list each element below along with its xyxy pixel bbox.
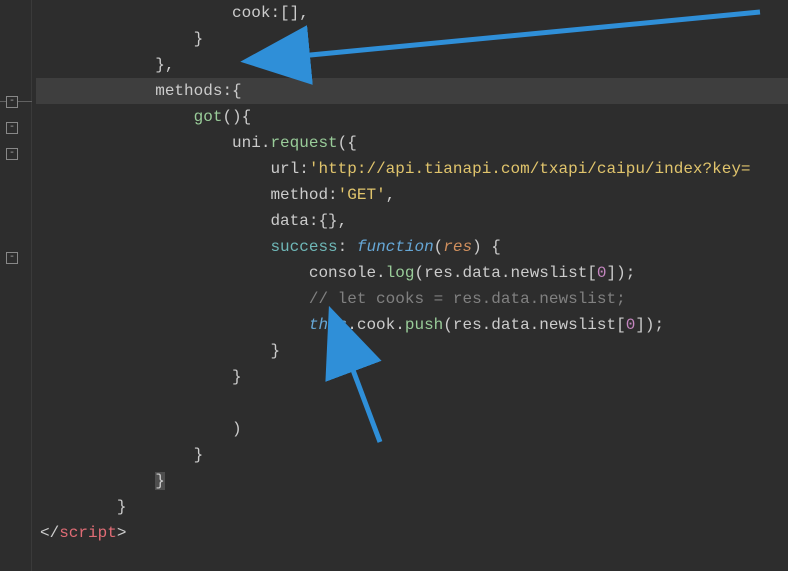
code-line[interactable]: methods:{	[36, 78, 788, 104]
code-token: console.	[309, 264, 386, 282]
code-token: (res.data.newslist[	[414, 264, 596, 282]
code-token: got	[194, 108, 223, 126]
code-line[interactable]: data:{},	[36, 208, 788, 234]
code-token: script	[59, 524, 117, 542]
code-token: ,	[386, 186, 396, 204]
code-token: cook	[232, 4, 270, 22]
code-token: // let cooks = res.data.newslist;	[309, 290, 626, 308]
code-line[interactable]: this.cook.push(res.data.newslist[0]);	[36, 312, 788, 338]
code-line[interactable]: }	[36, 468, 788, 494]
code-line[interactable]: got(){	[36, 104, 788, 130]
code-token: method	[270, 186, 328, 204]
code-line[interactable]: )	[36, 416, 788, 442]
code-token: ({	[338, 134, 357, 152]
code-token: (res.data.newslist[	[443, 316, 625, 334]
fold-marker[interactable]: -	[6, 122, 18, 134]
code-token: 0	[597, 264, 607, 282]
code-editor[interactable]: - - - - cook:[], } }, methods:{ got(){ uni.…	[0, 0, 788, 571]
gutter: - - - -	[0, 0, 32, 571]
code-token: (){	[222, 108, 251, 126]
code-token: }	[155, 472, 165, 490]
code-token: log	[386, 264, 415, 282]
code-token: .cook.	[347, 316, 405, 334]
code-token: </	[40, 524, 59, 542]
code-line[interactable]: }	[36, 338, 788, 364]
code-area[interactable]: cook:[], } }, methods:{ got(){ uni.reque…	[32, 0, 788, 571]
code-token: methods	[155, 82, 222, 100]
code-token: :	[328, 186, 338, 204]
code-line[interactable]: }	[36, 494, 788, 520]
code-line[interactable]: },	[36, 52, 788, 78]
code-token: },	[155, 56, 174, 74]
code-line[interactable]: url:'http://api.tianapi.com/txapi/caipu/…	[36, 156, 788, 182]
code-token: }	[232, 368, 242, 386]
code-token: :	[299, 160, 309, 178]
code-token: }	[117, 498, 127, 516]
code-line[interactable]: }	[36, 26, 788, 52]
code-token: function	[357, 238, 434, 256]
code-line[interactable]	[36, 390, 788, 416]
code-token: }	[194, 446, 204, 464]
code-token: :[],	[270, 4, 308, 22]
code-line[interactable]: }	[36, 442, 788, 468]
code-line[interactable]: }	[36, 364, 788, 390]
code-token: url	[270, 160, 299, 178]
code-line[interactable]: method:'GET',	[36, 182, 788, 208]
code-line[interactable]: console.log(res.data.newslist[0]);	[36, 260, 788, 286]
fold-marker[interactable]: -	[6, 96, 18, 108]
code-token: uni.	[232, 134, 270, 152]
code-token: ) {	[472, 238, 501, 256]
code-token: :{},	[309, 212, 347, 230]
code-line[interactable]: </script>	[36, 520, 788, 546]
code-token: push	[405, 316, 443, 334]
code-token: }	[270, 342, 280, 360]
code-token: :	[338, 238, 357, 256]
code-line[interactable]: uni.request({	[36, 130, 788, 156]
code-token: (	[434, 238, 444, 256]
code-token: ]);	[635, 316, 664, 334]
code-token: >	[117, 524, 127, 542]
code-token: ]);	[607, 264, 636, 282]
code-line[interactable]: cook:[],	[36, 0, 788, 26]
code-token: 0	[626, 316, 636, 334]
code-line[interactable]: success: function(res) {	[36, 234, 788, 260]
fold-marker[interactable]: -	[6, 252, 18, 264]
code-token: data	[270, 212, 308, 230]
code-token: res	[443, 238, 472, 256]
code-token: :{	[222, 82, 241, 100]
code-token: request	[270, 134, 337, 152]
fold-marker[interactable]: -	[6, 148, 18, 160]
code-token: success	[270, 238, 337, 256]
code-token: )	[232, 420, 242, 438]
code-token: 'GET'	[338, 186, 386, 204]
code-token: this	[309, 316, 347, 334]
code-token: 'http://api.tianapi.com/txapi/caipu/inde…	[309, 160, 751, 178]
code-line[interactable]: // let cooks = res.data.newslist;	[36, 286, 788, 312]
code-token: }	[194, 30, 204, 48]
